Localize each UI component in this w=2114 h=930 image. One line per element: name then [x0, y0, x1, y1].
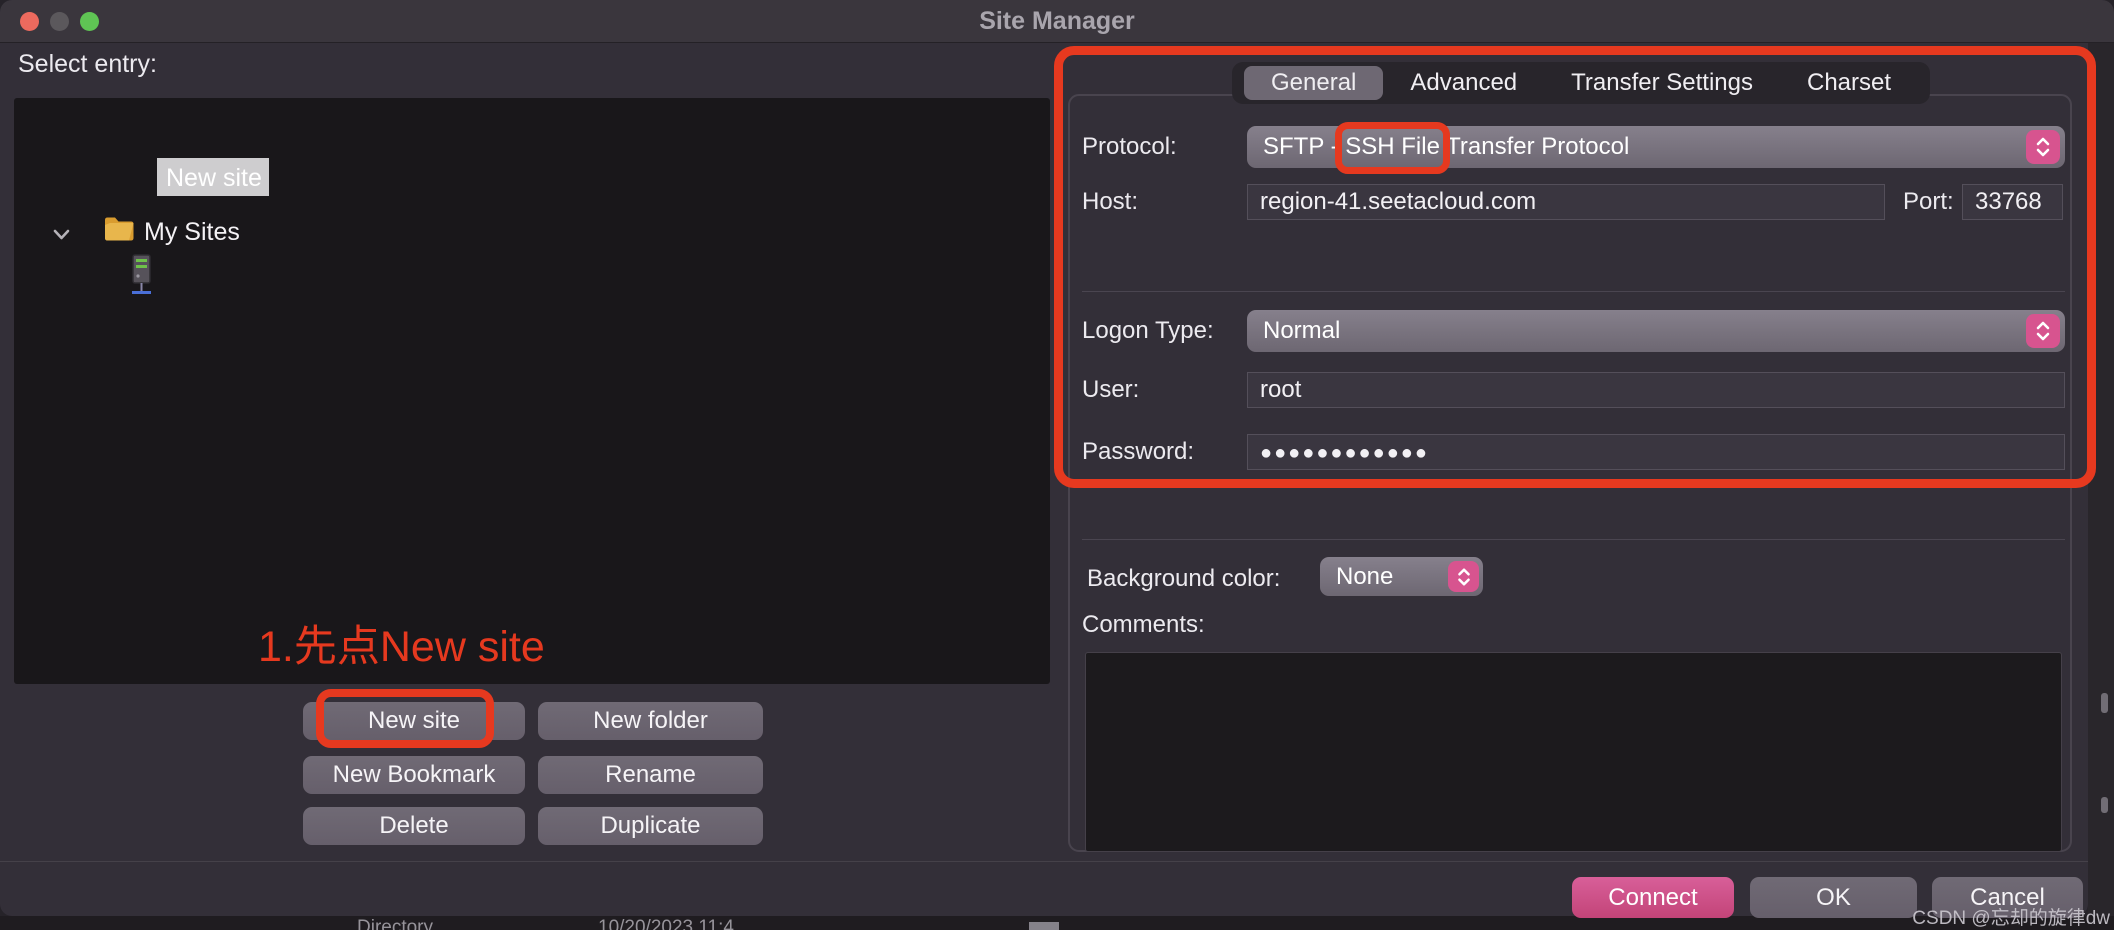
site-tree[interactable]: My Sites New site [14, 98, 1050, 684]
protocol-dropdown[interactable]: SFTP - SSH File Transfer Protocol [1247, 122, 2065, 174]
duplicate-button[interactable]: Duplicate [538, 807, 763, 845]
tab-advanced[interactable]: Advanced [1383, 66, 1544, 100]
rename-button[interactable]: Rename [538, 756, 763, 794]
background-file-row-date: 10/20/2023 11:4 [598, 917, 734, 930]
tab-bar: General Advanced Transfer Settings Chars… [1232, 62, 1930, 104]
user-input[interactable]: root [1247, 372, 2065, 408]
password-label: Password: [1082, 438, 1195, 465]
tree-item-my-sites[interactable]: My Sites [144, 218, 240, 247]
background-color-value: None [1336, 562, 1394, 590]
tab-general[interactable]: General [1244, 66, 1384, 100]
protocol-value-prefix: SFTP - [1263, 133, 1346, 160]
host-input[interactable]: region-41.seetacloud.com [1247, 184, 1885, 220]
tree-item-new-site[interactable]: New site [166, 164, 262, 193]
delete-button[interactable]: Delete [303, 807, 525, 845]
dropdown-stepper-icon[interactable] [2026, 314, 2060, 348]
server-icon [128, 254, 155, 296]
user-label: User: [1082, 376, 1140, 403]
protocol-value-highlight: SSH File [1345, 133, 1440, 160]
comments-label: Comments: [1082, 611, 1205, 638]
logon-type-value: Normal [1263, 317, 1341, 344]
background-scrollbar-thumb[interactable] [2101, 693, 2108, 713]
background-file-row-name: Directory [357, 917, 434, 930]
new-folder-button[interactable]: New folder [538, 702, 763, 740]
background-window-right-edge [2088, 43, 2114, 916]
new-bookmark-button[interactable]: New Bookmark [303, 756, 525, 794]
annotation-step1-text: 1.先点New site [258, 623, 545, 671]
password-input[interactable]: ●●●●●●●●●●●● [1247, 434, 2065, 470]
comments-textarea[interactable] [1085, 652, 2062, 852]
expander-chevron-down-icon[interactable] [52, 226, 71, 242]
background-color-label: Background color: [1087, 565, 1281, 592]
tab-transfer-settings[interactable]: Transfer Settings [1544, 66, 1780, 100]
form-divider [1082, 291, 2065, 292]
window-title: Site Manager [979, 7, 1135, 35]
protocol-label: Protocol: [1082, 133, 1177, 160]
footer-separator [0, 861, 2088, 862]
port-input[interactable]: 33768 [1962, 184, 2063, 220]
logon-type-label: Logon Type: [1082, 317, 1214, 344]
select-entry-label: Select entry: [18, 50, 157, 78]
host-label: Host: [1082, 188, 1139, 215]
site-manager-window: Directory 10/20/2023 11:4 Site Manager S… [0, 0, 2114, 930]
connect-button[interactable]: Connect [1572, 877, 1734, 918]
form-divider [1082, 539, 2065, 540]
background-color-dropdown[interactable]: None [1320, 557, 1483, 596]
csdn-watermark: CSDN @忘却的旋律dw [1912, 908, 2110, 929]
dropdown-stepper-icon[interactable] [2026, 130, 2060, 164]
dropdown-stepper-icon[interactable] [1448, 561, 1479, 592]
tab-charset[interactable]: Charset [1780, 66, 1918, 100]
background-scrollbar-thumb[interactable] [2101, 797, 2108, 813]
folder-icon [102, 212, 136, 246]
background-scrollbar-fragment [1029, 922, 1059, 930]
new-site-button[interactable]: New site [303, 702, 525, 740]
title-bar: Site Manager [0, 0, 2114, 43]
protocol-value-suffix: Transfer Protocol [1439, 133, 1630, 160]
port-label: Port: [1903, 188, 1954, 215]
logon-type-dropdown[interactable]: Normal [1247, 310, 2065, 352]
